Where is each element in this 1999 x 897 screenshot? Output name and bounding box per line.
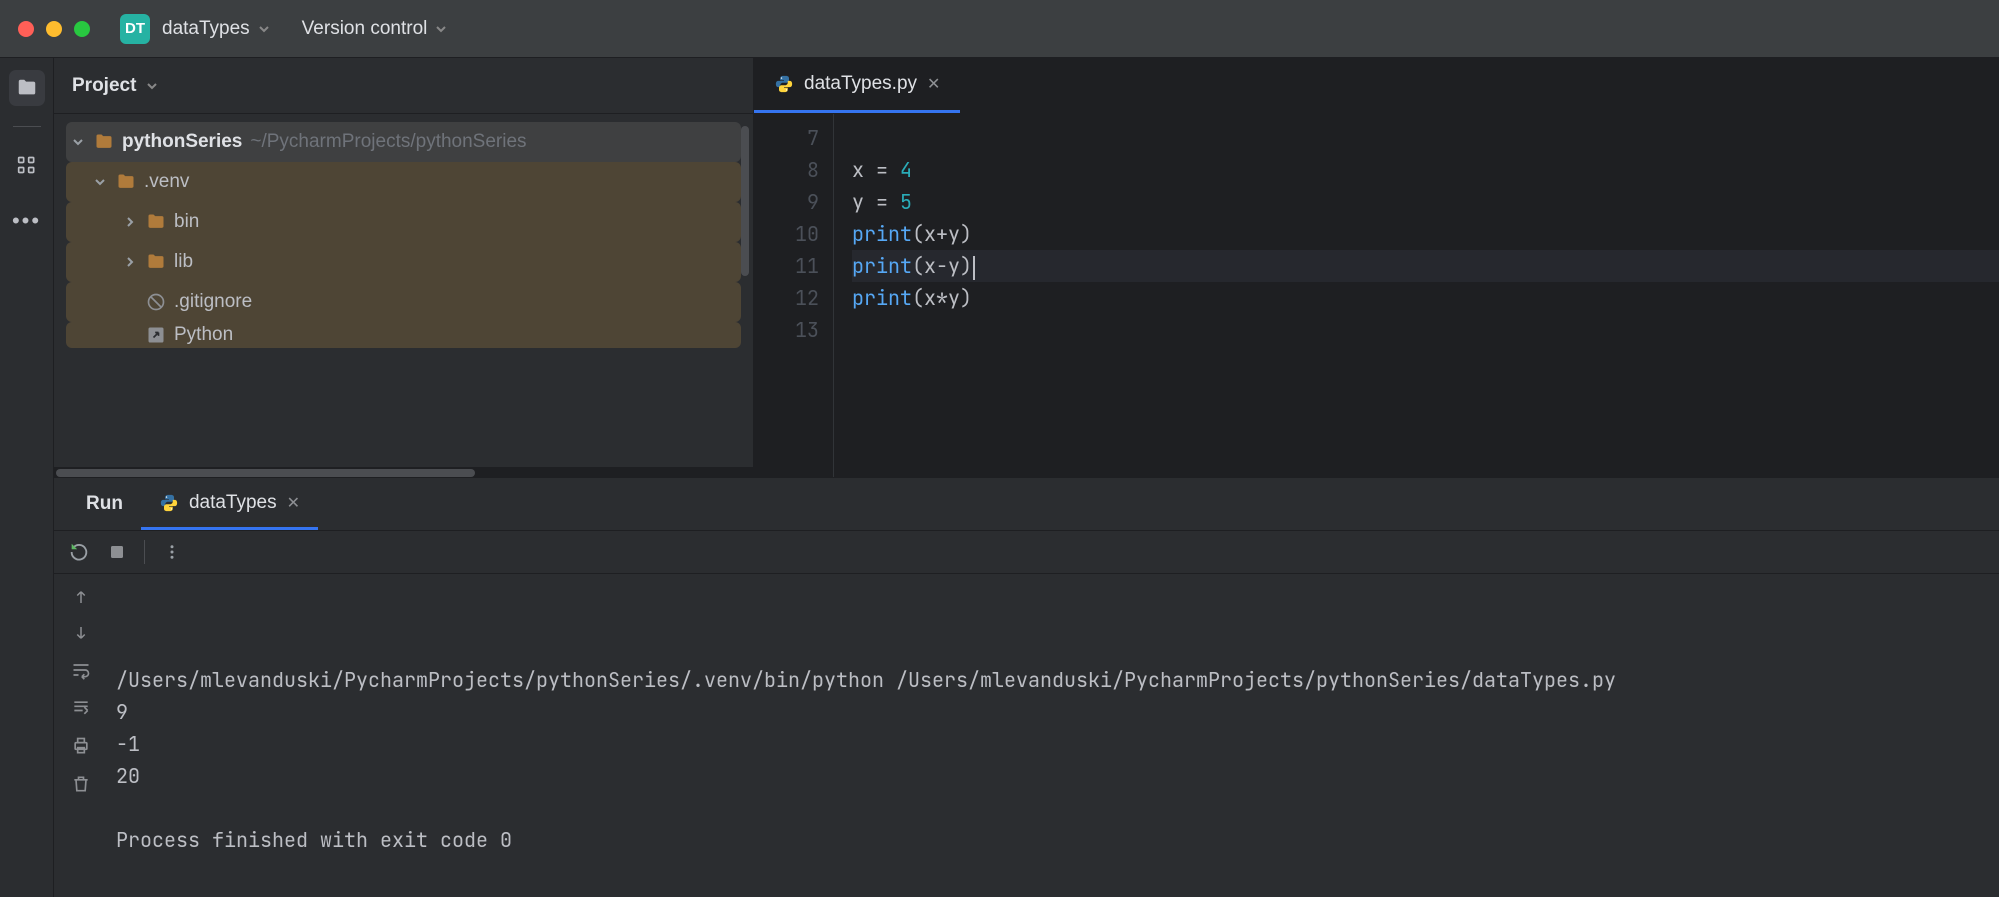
editor-tab-label: dataTypes.py bbox=[804, 73, 917, 95]
folder-icon bbox=[146, 252, 166, 272]
print-button[interactable] bbox=[71, 736, 91, 756]
maximize-window-button[interactable] bbox=[74, 21, 90, 37]
close-tab-button[interactable]: ✕ bbox=[927, 74, 940, 94]
tree-root-path: ~/PycharmProjects/pythonSeries bbox=[250, 131, 526, 153]
tree-item-gitignore[interactable]: .gitignore bbox=[66, 282, 741, 322]
python-file-icon bbox=[774, 74, 794, 94]
project-tree[interactable]: pythonSeries ~/PycharmProjects/pythonSer… bbox=[54, 114, 753, 467]
line-number: 7 bbox=[754, 122, 819, 154]
project-panel-title: Project bbox=[72, 75, 136, 97]
tree-item-python[interactable]: Python bbox=[66, 322, 741, 348]
project-tool-window: Project pytho bbox=[54, 58, 754, 477]
tree-root[interactable]: pythonSeries ~/PycharmProjects/pythonSer… bbox=[66, 122, 741, 162]
rerun-icon bbox=[68, 541, 90, 563]
tree-item-label: Python bbox=[174, 324, 233, 346]
left-tool-strip: ••• bbox=[0, 58, 54, 897]
tree-item-bin[interactable]: bin bbox=[66, 202, 741, 242]
chevron-down-icon bbox=[258, 23, 272, 35]
titlebar: DT dataTypes Version control bbox=[0, 0, 1999, 58]
trash-icon bbox=[71, 774, 91, 794]
tree-item-label: .venv bbox=[144, 171, 189, 193]
rerun-button[interactable] bbox=[68, 541, 90, 563]
editor-gutter: 7 8 9 10 11 12 13 bbox=[754, 114, 834, 477]
structure-icon bbox=[17, 155, 37, 175]
editor-tabs: dataTypes.py ✕ bbox=[754, 58, 1999, 114]
arrow-down-icon bbox=[72, 624, 90, 642]
run-toolbar bbox=[54, 530, 1999, 574]
project-panel-header[interactable]: Project bbox=[54, 58, 753, 114]
folder-icon bbox=[94, 132, 114, 152]
scroll-up-button[interactable] bbox=[72, 588, 90, 606]
print-icon bbox=[71, 736, 91, 756]
tree-item-label: .gitignore bbox=[174, 291, 252, 313]
symlink-icon bbox=[146, 325, 166, 345]
editor-tab-datatypes[interactable]: dataTypes.py ✕ bbox=[754, 58, 960, 113]
run-output[interactable]: /Users/mlevanduski/PycharmProjects/pytho… bbox=[108, 574, 1999, 897]
run-tab-label: dataTypes bbox=[189, 492, 277, 514]
line-number: 13 bbox=[754, 314, 819, 346]
separator bbox=[13, 126, 41, 127]
line-number: 12 bbox=[754, 282, 819, 314]
tree-item-lib[interactable]: lib bbox=[66, 242, 741, 282]
version-control-dropdown[interactable]: Version control bbox=[302, 18, 450, 40]
line-number: 11 bbox=[754, 250, 819, 282]
tree-root-name: pythonSeries bbox=[122, 131, 242, 153]
tree-item-label: lib bbox=[174, 251, 193, 273]
scroll-to-end-button[interactable] bbox=[71, 698, 91, 718]
arrow-up-icon bbox=[72, 588, 90, 606]
close-tab-button[interactable]: ✕ bbox=[287, 493, 300, 513]
code-editor[interactable]: 7 8 9 10 11 12 13 x = 4y = 5print(x+y)pr… bbox=[754, 114, 1999, 477]
scroll-to-end-icon bbox=[71, 698, 91, 718]
chevron-down-icon bbox=[72, 136, 86, 148]
project-badge: DT bbox=[120, 14, 150, 44]
chevron-down-icon bbox=[435, 23, 449, 35]
tree-item-venv[interactable]: .venv bbox=[66, 162, 741, 202]
run-tool-window: Run dataTypes ✕ bbox=[54, 477, 1999, 897]
run-panel-title: Run bbox=[68, 478, 141, 530]
window-controls bbox=[18, 21, 90, 37]
project-tool-button[interactable] bbox=[9, 70, 45, 106]
code-body[interactable]: x = 4y = 5print(x+y)print(x-y)print(x*y) bbox=[834, 114, 1999, 477]
more-vertical-icon bbox=[163, 543, 181, 561]
chevron-right-icon bbox=[124, 216, 138, 228]
more-actions-button[interactable] bbox=[163, 543, 181, 561]
run-panel-tabs: Run dataTypes ✕ bbox=[54, 478, 1999, 530]
line-number: 9 bbox=[754, 186, 819, 218]
folder-icon bbox=[146, 212, 166, 232]
run-gutter bbox=[54, 574, 108, 897]
horizontal-scrollbar[interactable] bbox=[54, 467, 753, 477]
close-window-button[interactable] bbox=[18, 21, 34, 37]
vertical-scrollbar[interactable] bbox=[741, 126, 749, 276]
separator bbox=[144, 540, 145, 564]
scroll-down-button[interactable] bbox=[72, 624, 90, 642]
chevron-down-icon bbox=[94, 176, 108, 188]
line-number: 8 bbox=[754, 154, 819, 186]
stop-icon bbox=[108, 543, 126, 561]
version-control-label: Version control bbox=[302, 18, 428, 40]
project-name-label: dataTypes bbox=[162, 18, 250, 40]
scrollbar-thumb[interactable] bbox=[56, 469, 475, 477]
stop-button[interactable] bbox=[108, 543, 126, 561]
editor-panel: dataTypes.py ✕ 7 8 9 10 11 12 13 bbox=[754, 58, 1999, 477]
tree-item-label: bin bbox=[174, 211, 199, 233]
project-selector-dropdown[interactable]: dataTypes bbox=[162, 18, 272, 40]
more-horizontal-icon: ••• bbox=[12, 208, 41, 234]
structure-tool-button[interactable] bbox=[9, 147, 45, 183]
soft-wrap-icon bbox=[71, 660, 91, 680]
python-file-icon bbox=[159, 493, 179, 513]
folder-icon bbox=[116, 172, 136, 192]
gitignore-icon bbox=[146, 292, 166, 312]
more-tool-button[interactable]: ••• bbox=[9, 203, 45, 239]
chevron-right-icon bbox=[124, 256, 138, 268]
line-number: 10 bbox=[754, 218, 819, 250]
folder-icon bbox=[16, 77, 38, 99]
run-tab-datatypes[interactable]: dataTypes ✕ bbox=[141, 478, 318, 530]
soft-wrap-button[interactable] bbox=[71, 660, 91, 680]
minimize-window-button[interactable] bbox=[46, 21, 62, 37]
delete-button[interactable] bbox=[71, 774, 91, 794]
chevron-down-icon bbox=[146, 80, 160, 92]
